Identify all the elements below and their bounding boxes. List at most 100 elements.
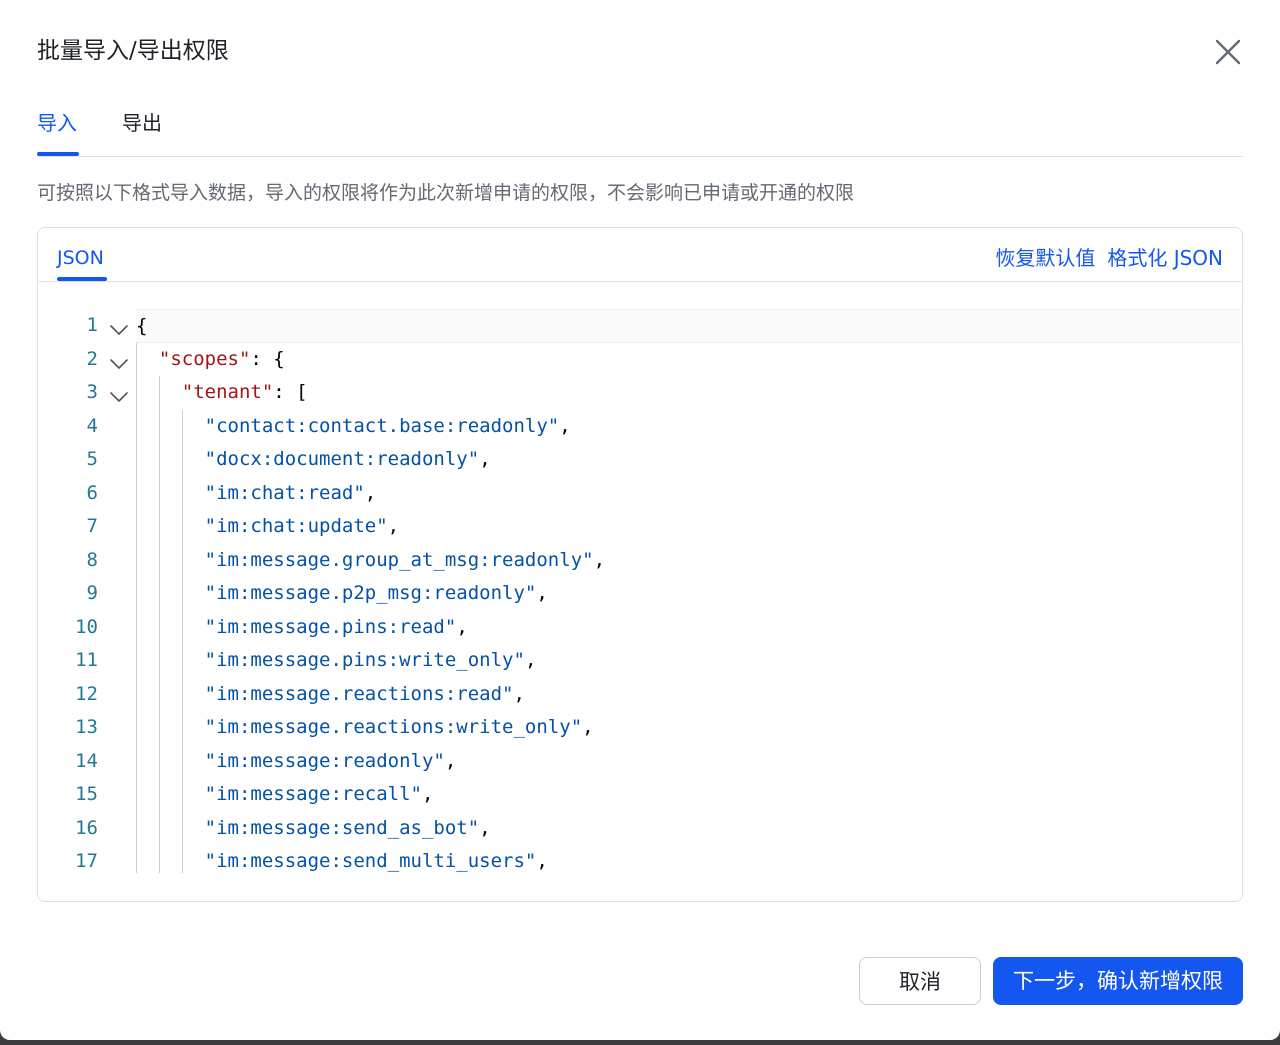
line-number: 2 bbox=[86, 347, 98, 370]
line-number: 3 bbox=[86, 381, 98, 403]
code-line[interactable]: 11 "im:message.pins:write_only", bbox=[38, 644, 1241, 678]
chevron-down-icon[interactable] bbox=[108, 351, 130, 369]
indent-guide bbox=[136, 342, 137, 376]
indent-guide bbox=[159, 376, 161, 410]
format-json-button[interactable]: 格式化 JSON bbox=[1107, 246, 1223, 270]
code-line[interactable]: 8 "im:message.group_at_msg:readonly", bbox=[38, 543, 1241, 577]
code-line-text: "im:message.pins:write_only", bbox=[136, 644, 1241, 678]
code-editor[interactable]: 1{2 "scopes": {3 "tenant": [4 "contact:c… bbox=[38, 309, 1241, 873]
indent-guide bbox=[159, 778, 161, 812]
indent-guide bbox=[182, 744, 184, 778]
code-line[interactable]: 15 "im:message:recall", bbox=[38, 778, 1241, 812]
code-line[interactable]: 6 "im:chat:read", bbox=[38, 476, 1241, 510]
indent-guide bbox=[182, 845, 184, 873]
chevron-down-icon[interactable] bbox=[108, 384, 130, 402]
indent-guide bbox=[136, 778, 137, 812]
line-number: 10 bbox=[75, 615, 98, 638]
indent-guide bbox=[136, 744, 137, 778]
indent-guide bbox=[136, 376, 137, 410]
indent-guide bbox=[136, 677, 137, 711]
indent-guide bbox=[159, 711, 161, 745]
code-line-text: "scopes": { bbox=[136, 342, 1241, 376]
cancel-button[interactable]: 取消 bbox=[859, 957, 981, 1005]
code-line[interactable]: 7 "im:chat:update", bbox=[38, 510, 1241, 544]
indent-guide bbox=[159, 476, 161, 510]
indent-guide bbox=[136, 711, 137, 745]
indent-guide bbox=[159, 577, 161, 611]
code-line-text: "im:message:recall", bbox=[136, 778, 1241, 812]
line-number: 5 bbox=[86, 448, 98, 470]
code-line[interactable]: 5 "docx:document:readonly", bbox=[38, 443, 1241, 477]
indent-guide bbox=[136, 409, 137, 443]
tab-export[interactable]: 导出 bbox=[122, 106, 162, 140]
json-tab-indicator bbox=[57, 277, 107, 281]
code-line[interactable]: 13 "im:message.reactions:write_only", bbox=[38, 711, 1241, 745]
next-confirm-button[interactable]: 下一步，确认新增权限 bbox=[993, 957, 1243, 1005]
code-line-text: "im:message.group_at_msg:readonly", bbox=[136, 543, 1241, 577]
code-line[interactable]: 16 "im:message:send_as_bot", bbox=[38, 811, 1241, 845]
code-line-text: "im:message:send_multi_users", bbox=[136, 845, 1241, 873]
tab-import[interactable]: 导入 bbox=[37, 106, 77, 140]
indent-guide bbox=[159, 677, 161, 711]
tab-json[interactable]: JSON bbox=[57, 244, 104, 272]
code-line-text: "im:message.p2p_msg:readonly", bbox=[136, 577, 1241, 611]
import-export-tabs: 导入 导出 bbox=[37, 106, 1243, 157]
line-number: 7 bbox=[86, 515, 98, 537]
code-line-text: "im:message.pins:read", bbox=[136, 610, 1241, 644]
indent-guide bbox=[182, 644, 184, 678]
code-line[interactable]: 1{ bbox=[38, 309, 1241, 343]
code-line[interactable]: 10 "im:message.pins:read", bbox=[38, 610, 1241, 644]
dialog-title: 批量导入/导出权限 bbox=[37, 38, 229, 64]
line-number: 16 bbox=[75, 816, 98, 839]
indent-guide bbox=[136, 610, 137, 644]
indent-guide bbox=[136, 811, 137, 845]
code-line[interactable]: 17 "im:message:send_multi_users", bbox=[38, 845, 1241, 873]
indent-guide bbox=[182, 510, 184, 544]
editor-actions: 恢复默认值 格式化 JSON bbox=[995, 244, 1223, 272]
indent-guide bbox=[182, 443, 184, 477]
indent-guide bbox=[159, 845, 161, 873]
line-number: 13 bbox=[75, 716, 98, 738]
code-line-text: "im:message:readonly", bbox=[136, 744, 1241, 778]
line-number: 15 bbox=[75, 783, 98, 805]
code-line[interactable]: 2 "scopes": { bbox=[38, 342, 1241, 376]
line-number: 4 bbox=[86, 414, 98, 437]
restore-default-button[interactable]: 恢复默认值 bbox=[995, 246, 1095, 270]
indent-guide bbox=[159, 510, 161, 544]
json-editor-panel: JSON 恢复默认值 格式化 JSON 1{2 "scopes": {3 "ten… bbox=[37, 227, 1243, 902]
indent-guide bbox=[182, 476, 184, 510]
code-line-text: "im:chat:read", bbox=[136, 476, 1241, 510]
chevron-down-icon[interactable] bbox=[108, 317, 130, 335]
indent-guide bbox=[136, 577, 137, 611]
indent-guide bbox=[159, 610, 161, 644]
indent-guide bbox=[159, 443, 161, 477]
indent-guide bbox=[182, 778, 184, 812]
indent-guide bbox=[182, 577, 184, 611]
line-number: 11 bbox=[75, 649, 98, 671]
code-line-text: "im:message.reactions:write_only", bbox=[136, 711, 1241, 745]
active-tab-indicator bbox=[37, 152, 79, 156]
indent-guide bbox=[136, 543, 137, 577]
code-line[interactable]: 3 "tenant": [ bbox=[38, 376, 1241, 410]
code-line[interactable]: 9 "im:message.p2p_msg:readonly", bbox=[38, 577, 1241, 611]
indent-guide bbox=[182, 711, 184, 745]
indent-guide bbox=[159, 811, 161, 845]
code-line[interactable]: 12 "im:message.reactions:read", bbox=[38, 677, 1241, 711]
code-line[interactable]: 14 "im:message:readonly", bbox=[38, 744, 1241, 778]
indent-guide bbox=[159, 744, 161, 778]
code-line-text: "docx:document:readonly", bbox=[136, 443, 1241, 477]
indent-guide bbox=[159, 644, 161, 678]
indent-guide bbox=[159, 543, 161, 577]
batch-permissions-dialog: 批量导入/导出权限 导入 导出 可按照以下格式导入数据，导入的权限将作为此次新增… bbox=[0, 0, 1280, 1040]
code-line-text: "im:message:send_as_bot", bbox=[136, 811, 1241, 845]
code-line-text: "contact:contact.base:readonly", bbox=[136, 409, 1241, 443]
close-icon[interactable] bbox=[1212, 36, 1244, 68]
indent-guide bbox=[182, 677, 184, 711]
indent-guide bbox=[136, 644, 137, 678]
indent-guide bbox=[136, 443, 137, 477]
line-number: 1 bbox=[86, 314, 98, 336]
line-number: 6 bbox=[86, 481, 98, 504]
code-line[interactable]: 4 "contact:contact.base:readonly", bbox=[38, 409, 1241, 443]
line-number: 14 bbox=[75, 749, 98, 772]
import-description: 可按照以下格式导入数据，导入的权限将作为此次新增申请的权限，不会影响已申请或开通… bbox=[37, 182, 855, 204]
